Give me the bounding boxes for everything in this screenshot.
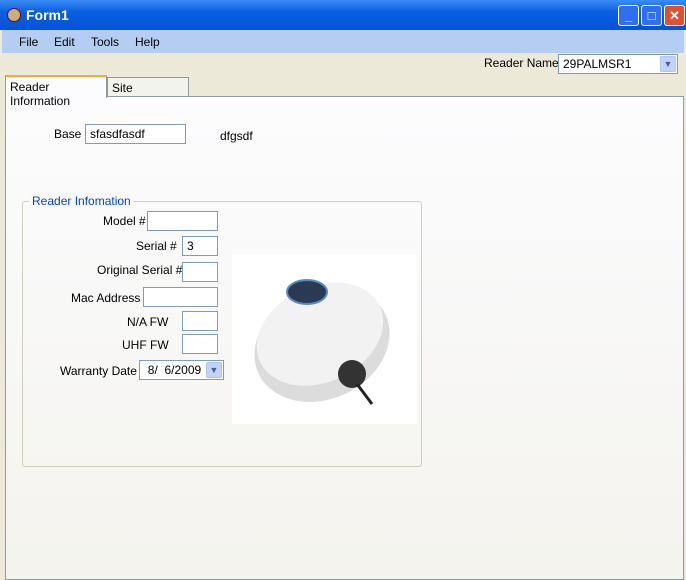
tab-page: Base sfasdfasdf dfgsdf Reader Infomation… xyxy=(5,96,684,580)
window-title: Form1 xyxy=(26,7,69,23)
base-label: Base xyxy=(54,127,82,141)
reader-name-value: 29PALMSR1 xyxy=(563,57,632,71)
serial-label: Serial # xyxy=(136,239,177,253)
warranty-label: Warranty Date xyxy=(60,364,137,378)
na-fw-input[interactable] xyxy=(182,311,218,331)
mac-input[interactable] xyxy=(143,287,218,307)
base-extra-text: dfgsdf xyxy=(220,129,253,143)
serial-input[interactable]: 3 xyxy=(182,236,218,256)
reader-name-label: Reader Name xyxy=(484,56,559,70)
base-input[interactable]: sfasdfasdf xyxy=(85,124,186,144)
menu-tools[interactable]: Tools xyxy=(91,35,119,49)
original-serial-label: Original Serial # xyxy=(97,263,183,277)
close-button[interactable]: ✕ xyxy=(664,5,685,26)
reader-device-image xyxy=(232,254,417,424)
tab-reader-information[interactable]: Reader Information xyxy=(5,75,107,108)
app-icon xyxy=(7,8,21,22)
client-area: Reader Name 29PALMSR1 ▼ Reader Informati… xyxy=(2,53,684,580)
original-serial-input[interactable] xyxy=(182,262,218,282)
title-bar: Form1 _ □ ✕ xyxy=(0,0,686,30)
menu-bar: File Edit Tools Help xyxy=(2,30,684,53)
tab-site-information[interactable]: Site Information xyxy=(107,77,189,109)
menu-file[interactable]: File xyxy=(19,35,38,49)
menu-help[interactable]: Help xyxy=(135,35,160,49)
uhf-fw-input[interactable] xyxy=(182,334,218,354)
minimize-button[interactable]: _ xyxy=(618,5,639,26)
na-fw-label: N/A FW xyxy=(127,315,169,329)
chevron-down-icon[interactable]: ▼ xyxy=(206,362,222,378)
model-label: Model # xyxy=(103,214,146,228)
maximize-button[interactable]: □ xyxy=(641,5,662,26)
warranty-date-picker[interactable]: 8/ 6/2009 ▼ xyxy=(139,360,224,380)
menu-edit[interactable]: Edit xyxy=(54,35,75,49)
model-input[interactable] xyxy=(147,211,218,231)
mac-label: Mac Address xyxy=(71,291,141,305)
uhf-fw-label: UHF FW xyxy=(122,338,169,352)
group-title: Reader Infomation xyxy=(29,194,134,208)
chevron-down-icon[interactable]: ▼ xyxy=(660,56,676,72)
warranty-value: 8/ 6/2009 xyxy=(147,363,202,377)
reader-name-combo[interactable]: 29PALMSR1 ▼ xyxy=(558,54,678,74)
